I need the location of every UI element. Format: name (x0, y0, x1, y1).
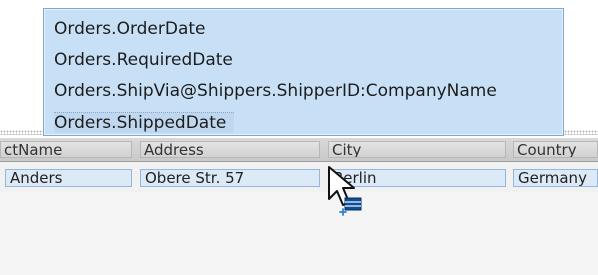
field-item-orderdate[interactable]: Orders.OrderDate (54, 19, 206, 39)
data-cell-country[interactable]: Germany (513, 169, 598, 187)
grid-data-row: Anders Obere Str. 57 Berlin Germany (0, 162, 598, 192)
header-cell-city[interactable]: City (328, 141, 506, 158)
design-surface-bottom (0, 192, 598, 275)
data-cell-contactname[interactable]: Anders (5, 169, 132, 187)
header-cell-country[interactable]: Country (513, 141, 598, 158)
grid-header-row: ctName Address City Country (0, 138, 598, 162)
field-item-shippeddate[interactable]: Orders.ShippedDate (54, 112, 235, 133)
report-designer-canvas: ctName Address City Country Anders Obere… (0, 0, 598, 275)
data-cell-address[interactable]: Obere Str. 57 (140, 169, 320, 187)
header-cell-contactname[interactable]: ctName (0, 141, 132, 158)
data-cell-city[interactable]: Berlin (328, 169, 506, 187)
field-item-requireddate[interactable]: Orders.RequiredDate (54, 50, 233, 70)
field-list-popup[interactable]: Orders.OrderDate Orders.RequiredDate Ord… (43, 8, 564, 136)
header-cell-address[interactable]: Address (140, 141, 320, 158)
field-item-shipvia-companyname[interactable]: Orders.ShipVia@Shippers.ShipperID:Compan… (54, 81, 497, 101)
